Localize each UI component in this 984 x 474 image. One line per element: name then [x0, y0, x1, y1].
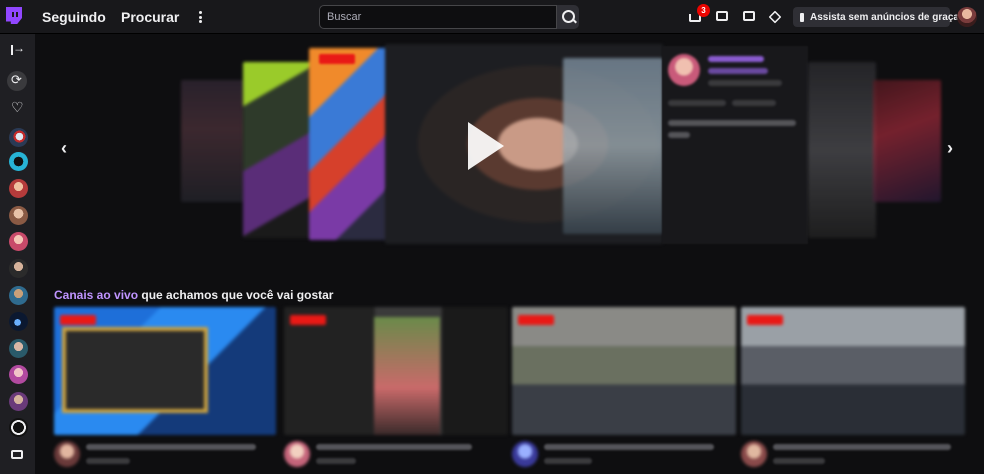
live-channels-heading: Canais ao vivo que achamos que você vai … — [54, 288, 333, 302]
live-badge — [518, 315, 554, 325]
watch-ad-free-label: Assista sem anúncios de graça — [810, 11, 959, 23]
channel-avatar[interactable] — [54, 441, 80, 467]
followed-channels-icon[interactable] — [7, 99, 27, 119]
sidebar-channel-avatar[interactable] — [9, 418, 28, 437]
sidebar-channel-avatar[interactable] — [9, 152, 28, 171]
carousel-next-icon[interactable]: › — [947, 138, 953, 159]
sidebar-channel-avatar[interactable] — [9, 365, 28, 384]
streamer-avatar — [668, 54, 700, 86]
carousel-thumbnail[interactable] — [309, 48, 389, 240]
play-icon[interactable] — [468, 122, 504, 170]
channel-avatar[interactable] — [741, 441, 767, 467]
live-channel-card[interactable] — [741, 307, 965, 435]
tag-blurred — [732, 100, 776, 106]
channel-avatar[interactable] — [512, 441, 538, 467]
sidebar — [0, 34, 35, 474]
channel-avatar[interactable] — [284, 441, 310, 467]
live-channel-card[interactable] — [512, 307, 736, 435]
camera-icon[interactable] — [11, 450, 23, 459]
carousel-thumbnail[interactable] — [181, 80, 245, 202]
expand-sidebar-icon[interactable] — [11, 41, 25, 55]
stream-title-blurred — [668, 132, 690, 138]
live-badge — [319, 54, 355, 64]
sidebar-channel-avatar[interactable] — [9, 312, 28, 331]
more-options-icon[interactable] — [196, 9, 204, 25]
watch-ad-free-button[interactable]: Assista sem anúncios de graça — [793, 7, 959, 27]
carousel-thumbnail[interactable] — [873, 80, 941, 202]
recommended-channels-icon[interactable] — [7, 71, 27, 91]
search-bar — [319, 5, 579, 29]
carousel-thumbnail[interactable] — [808, 62, 876, 238]
stream-title-blurred — [668, 120, 796, 126]
prime-crown-icon[interactable] — [768, 10, 782, 24]
stream-title-blurred — [316, 444, 472, 450]
sidebar-channel-avatar[interactable] — [9, 259, 28, 278]
nav-following-link[interactable]: Seguindo — [42, 9, 106, 25]
top-navigation: Seguindo Procurar 3 Assista sem anúncios… — [0, 0, 984, 34]
ad-free-icon — [800, 12, 804, 22]
sidebar-channel-avatar[interactable] — [9, 232, 28, 251]
carousel-thumbnail[interactable] — [243, 62, 313, 238]
channel-name-blurred — [544, 458, 592, 464]
streamer-name-blurred — [708, 56, 764, 62]
stream-title-blurred — [544, 444, 714, 450]
notification-badge: 3 — [697, 4, 710, 17]
live-channel-card[interactable] — [54, 307, 276, 435]
sidebar-channel-avatar[interactable] — [9, 128, 28, 147]
search-button[interactable] — [557, 5, 579, 29]
featured-carousel: ‹ › — [35, 34, 984, 274]
carousel-thumbnail[interactable] — [563, 58, 663, 234]
channel-name-blurred — [86, 458, 130, 464]
stream-title-blurred — [773, 444, 951, 450]
sidebar-channel-avatar[interactable] — [9, 339, 28, 358]
twitch-logo-icon[interactable] — [6, 7, 22, 24]
live-channels-heading-rest: que achamos que você vai gostar — [138, 288, 334, 302]
webcam-overlay — [374, 317, 440, 435]
search-input[interactable] — [319, 5, 557, 29]
live-badge — [290, 315, 326, 325]
featured-stream-info[interactable] — [662, 46, 808, 244]
channel-name-blurred — [316, 458, 356, 464]
whispers-icon[interactable] — [743, 11, 755, 21]
webcam-overlay — [62, 327, 208, 413]
nav-browse-link[interactable]: Procurar — [121, 9, 179, 25]
game-name-blurred — [708, 68, 768, 74]
stream-title-blurred — [86, 444, 256, 450]
sidebar-channel-avatar[interactable] — [9, 392, 28, 411]
sidebar-channel-avatar[interactable] — [9, 286, 28, 305]
live-channels-link[interactable]: Canais ao vivo — [54, 288, 138, 302]
live-badge — [60, 315, 96, 325]
mail-icon[interactable] — [716, 11, 728, 21]
sidebar-channel-avatar[interactable] — [9, 206, 28, 225]
sidebar-channel-avatar[interactable] — [9, 179, 28, 198]
user-avatar[interactable] — [957, 7, 977, 27]
channel-name-blurred — [773, 458, 825, 464]
tag-blurred — [668, 100, 726, 106]
live-badge — [747, 315, 783, 325]
live-channel-card[interactable] — [284, 307, 508, 435]
viewer-count-blurred — [708, 80, 782, 86]
carousel-prev-icon[interactable]: ‹ — [61, 138, 67, 159]
